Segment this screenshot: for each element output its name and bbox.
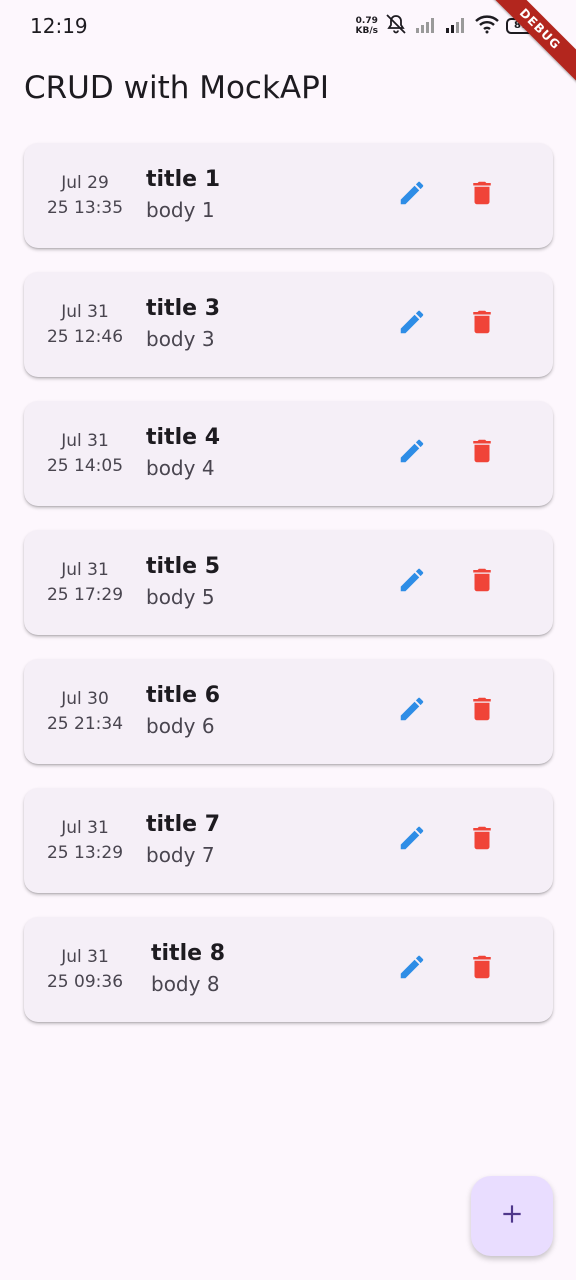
status-icons: 0.79 KB/s — [356, 14, 536, 38]
list-item[interactable]: Jul 30 25 21:34 title 6 body 6 — [24, 659, 553, 764]
item-date: Jul 31 25 14:05 — [24, 401, 146, 506]
pencil-icon — [397, 952, 427, 986]
item-text: title 5 body 5 — [146, 552, 220, 612]
item-date-line2: 25 13:35 — [46, 197, 124, 218]
list-item[interactable]: Jul 31 25 17:29 title 5 body 5 — [24, 530, 553, 635]
item-date-line2: 25 09:36 — [46, 971, 124, 992]
item-date: Jul 31 25 12:46 — [24, 272, 146, 377]
edit-button[interactable] — [392, 820, 432, 860]
item-date: Jul 31 25 09:36 — [24, 917, 146, 1022]
item-body: body 7 — [146, 843, 215, 867]
item-date: Jul 31 25 17:29 — [24, 530, 146, 635]
add-item-button[interactable] — [471, 1176, 553, 1256]
pencil-icon — [397, 178, 427, 212]
item-date-line1: Jul 31 — [61, 559, 109, 580]
list-item[interactable]: Jul 31 25 13:29 title 7 body 7 — [24, 788, 553, 893]
item-text: title 8 body 8 — [151, 939, 225, 999]
list-item[interactable]: Jul 31 25 14:05 title 4 body 4 — [24, 401, 553, 506]
item-text: title 1 body 1 — [146, 165, 220, 225]
item-title: title 4 — [146, 425, 221, 450]
delete-button[interactable] — [462, 433, 502, 473]
item-title: title 5 — [146, 554, 221, 579]
list-item[interactable]: Jul 29 25 13:35 title 1 body 1 — [24, 143, 553, 248]
item-date-line1: Jul 30 — [61, 688, 109, 709]
item-body: body 3 — [146, 327, 215, 351]
delete-button[interactable] — [462, 175, 502, 215]
item-body: body 4 — [146, 456, 215, 480]
edit-button[interactable] — [392, 691, 432, 731]
delete-button[interactable] — [462, 949, 502, 989]
plus-icon — [499, 1201, 525, 1231]
delete-button[interactable] — [462, 562, 502, 602]
edit-button[interactable] — [392, 949, 432, 989]
item-date-line2: 25 13:29 — [46, 842, 124, 863]
item-text: title 7 body 7 — [146, 810, 220, 870]
delete-button[interactable] — [462, 304, 502, 344]
status-bar: 12:19 0.79 KB/s DEBUG — [0, 0, 576, 87]
network-speed-value: 0.79 — [355, 16, 378, 26]
trash-icon — [467, 565, 497, 599]
edit-button[interactable] — [392, 562, 432, 602]
list-item[interactable]: Jul 31 25 12:46 title 3 body 3 — [24, 272, 553, 377]
item-body: body 8 — [151, 972, 220, 996]
edit-button[interactable] — [392, 433, 432, 473]
trash-icon — [467, 823, 497, 857]
item-title: title 6 — [146, 683, 221, 708]
signal-icon — [414, 14, 438, 38]
delete-button[interactable] — [462, 820, 502, 860]
item-date: Jul 31 25 13:29 — [24, 788, 146, 893]
debug-banner: DEBUG — [482, 0, 576, 87]
list-item[interactable]: Jul 31 25 09:36 title 8 body 8 — [24, 917, 553, 1022]
item-date: Jul 30 25 21:34 — [24, 659, 146, 764]
page-title: CRUD with MockAPI — [24, 70, 329, 106]
mute-icon — [384, 13, 408, 39]
item-title: title 1 — [146, 167, 221, 192]
trash-icon — [467, 694, 497, 728]
item-body: body 5 — [146, 585, 215, 609]
item-date-line2: 25 21:34 — [46, 713, 124, 734]
network-speed: 0.79 KB/s — [356, 16, 378, 36]
pencil-icon — [397, 694, 427, 728]
item-text: title 4 body 4 — [146, 423, 220, 483]
item-title: title 7 — [146, 812, 221, 837]
item-date-line1: Jul 31 — [61, 301, 109, 322]
signal-icon-2 — [444, 14, 468, 38]
item-text: title 6 body 6 — [146, 681, 220, 741]
item-date-line1: Jul 29 — [61, 172, 109, 193]
wifi-icon — [474, 14, 500, 38]
trash-icon — [467, 178, 497, 212]
delete-button[interactable] — [462, 691, 502, 731]
pencil-icon — [397, 823, 427, 857]
trash-icon — [467, 952, 497, 986]
item-date-line1: Jul 31 — [61, 430, 109, 451]
item-body: body 1 — [146, 198, 215, 222]
item-list: Jul 29 25 13:35 title 1 body 1 Jul 31 25… — [24, 143, 553, 1046]
pencil-icon — [397, 307, 427, 341]
trash-icon — [467, 436, 497, 470]
item-date-line1: Jul 31 — [61, 946, 109, 967]
edit-button[interactable] — [392, 175, 432, 215]
item-title: title 3 — [146, 296, 221, 321]
item-date: Jul 29 25 13:35 — [24, 143, 146, 248]
pencil-icon — [397, 436, 427, 470]
item-title: title 8 — [151, 941, 226, 966]
item-date-line2: 25 12:46 — [46, 326, 124, 347]
item-text: title 3 body 3 — [146, 294, 220, 354]
item-date-line1: Jul 31 — [61, 817, 109, 838]
item-date-line2: 25 14:05 — [46, 455, 124, 476]
network-speed-unit: KB/s — [355, 26, 378, 36]
status-time: 12:19 — [30, 14, 88, 38]
item-date-line2: 25 17:29 — [46, 584, 124, 605]
trash-icon — [467, 307, 497, 341]
item-body: body 6 — [146, 714, 215, 738]
pencil-icon — [397, 565, 427, 599]
edit-button[interactable] — [392, 304, 432, 344]
